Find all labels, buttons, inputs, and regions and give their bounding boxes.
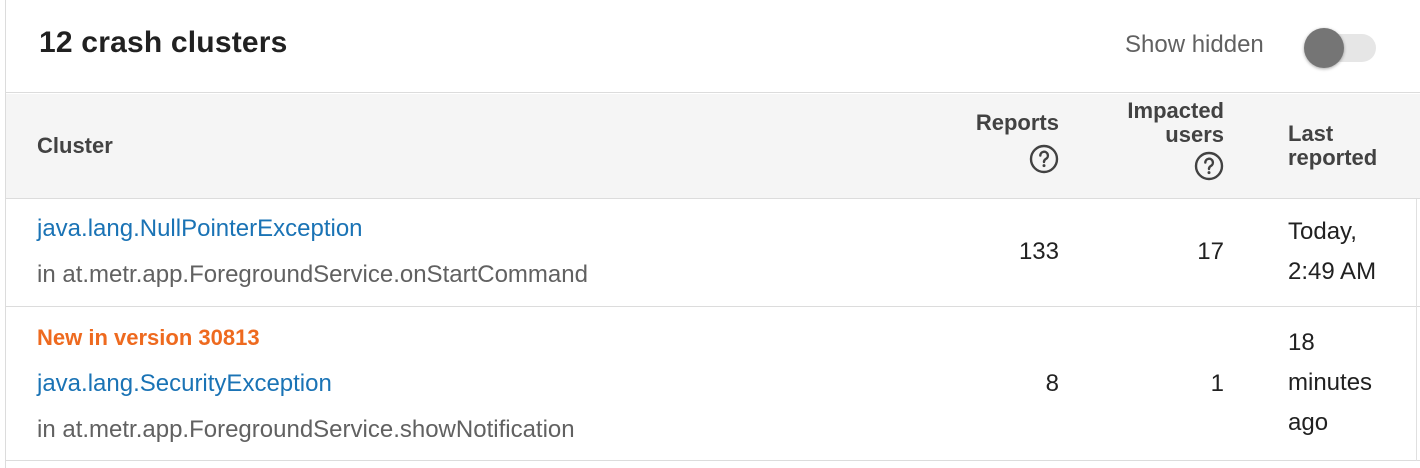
exception-location: in at.metr.app.ForegroundService.onStart… [37,261,588,288]
table-row[interactable]: New in version 30813 java.lang.SecurityE… [6,307,1420,461]
column-header-last-line1: Last [1288,121,1334,146]
exception-link[interactable]: java.lang.NullPointerException [37,215,363,243]
column-header-users-line1: Impacted [1127,98,1224,123]
last-reported-line: 2:49 AM [1288,258,1377,285]
column-header-users-line2: users [1165,122,1224,147]
show-hidden-label: Show hidden [1125,31,1264,58]
help-circle-icon[interactable] [1029,144,1059,174]
help-circle-icon[interactable] [1194,151,1224,181]
impacted-users-count: 1 [1210,370,1224,397]
column-header-cluster: Cluster [37,133,113,158]
exception-location: in at.metr.app.ForegroundService.showNot… [37,416,575,443]
table-right-border [1416,199,1417,461]
column-header-impacted-users: Impacted users [1096,99,1224,186]
show-hidden-toggle[interactable] [1304,27,1378,69]
last-reported-line: 18 [1288,329,1315,356]
column-header-last-reported: Last reported [1288,122,1408,170]
last-reported-line: ago [1288,409,1329,436]
table-row[interactable]: java.lang.NullPointerException in at.met… [6,199,1420,307]
last-reported-value: 18 minutes ago [1288,323,1408,443]
exception-link[interactable]: java.lang.SecurityException [37,370,332,398]
table-header: Cluster Reports Impacted users Last repo… [6,94,1420,199]
reports-count: 8 [1045,370,1059,397]
card-header: 12 crash clusters Show hidden [6,0,1420,93]
last-reported-line: Today, [1288,218,1357,245]
new-version-badge: New in version 30813 [37,325,260,350]
last-reported-value: Today, 2:49 AM [1288,212,1408,292]
toggle-knob [1304,28,1344,68]
reports-count: 133 [1018,238,1059,265]
page-title: 12 crash clusters [39,26,288,59]
crash-clusters-card: 12 crash clusters Show hidden Cluster Re… [5,0,1420,468]
last-reported-line: minutes [1288,369,1373,396]
column-header-reports-label: Reports [975,110,1059,135]
column-header-reports: Reports [946,111,1059,179]
impacted-users-count: 17 [1197,238,1224,265]
column-header-last-line2: reported [1288,145,1378,170]
